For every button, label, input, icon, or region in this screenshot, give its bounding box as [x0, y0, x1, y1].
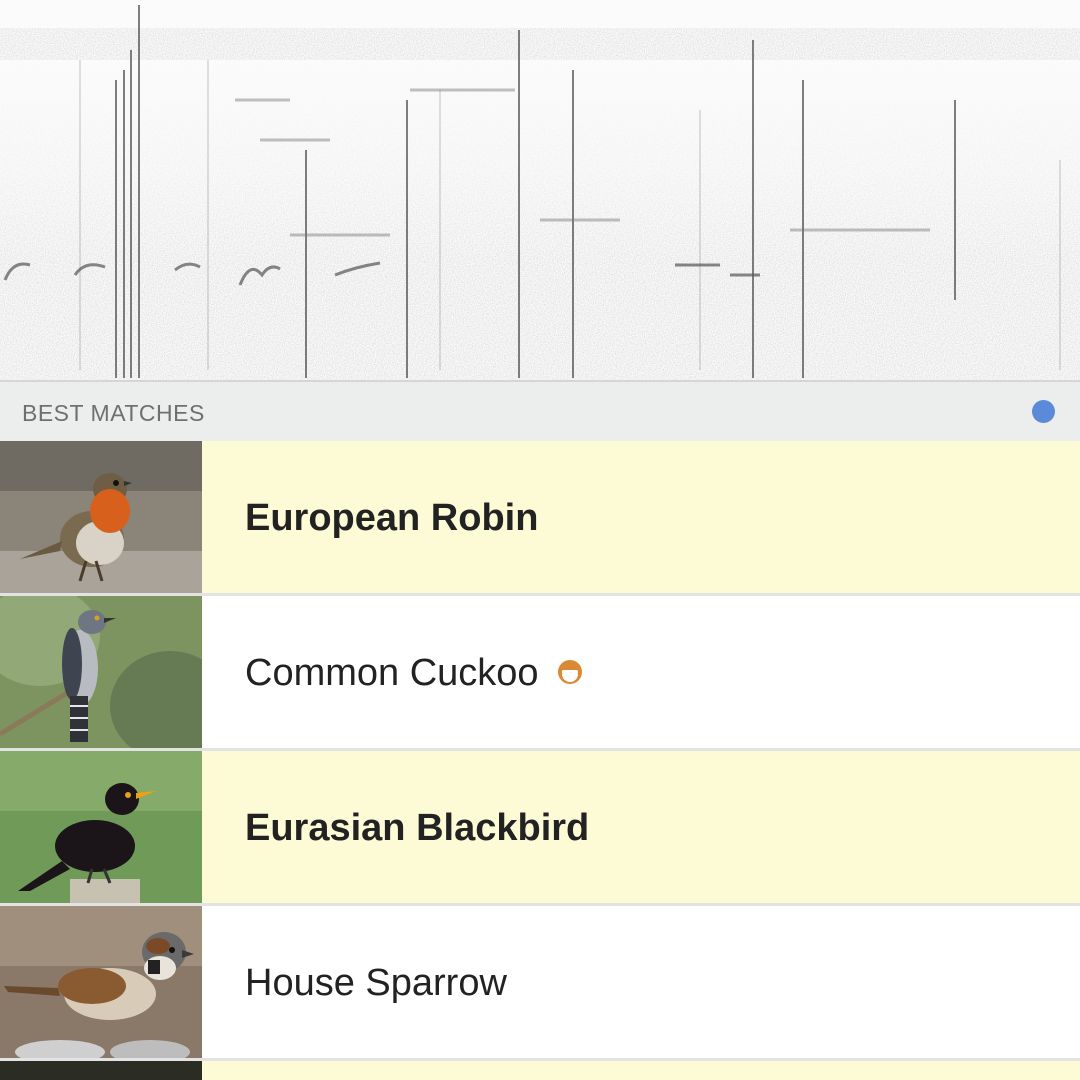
- status-dot-icon: [1032, 400, 1055, 423]
- half-circle-badge-icon: [557, 659, 582, 684]
- partial-bird-photo: [0, 1061, 202, 1080]
- best-matches-header: BEST MATCHES: [0, 382, 1080, 441]
- result-row-european-robin[interactable]: European Robin: [0, 441, 1080, 596]
- results-list: European Robin Common Cuckoo Eurasian Bl…: [0, 441, 1080, 1061]
- species-name: House Sparrow: [245, 962, 507, 1004]
- species-name: Common Cuckoo: [245, 652, 583, 695]
- common-cuckoo-photo: [0, 596, 202, 748]
- spectrogram[interactable]: [0, 0, 1080, 382]
- section-title: BEST MATCHES: [22, 400, 205, 426]
- species-name-text: Common Cuckoo: [245, 652, 539, 694]
- result-row-house-sparrow[interactable]: House Sparrow: [0, 906, 1080, 1061]
- house-sparrow-photo: [0, 906, 202, 1058]
- result-row-partial[interactable]: [0, 1061, 1080, 1080]
- species-name: Eurasian Blackbird: [245, 807, 590, 849]
- species-name: European Robin: [245, 497, 539, 539]
- eurasian-blackbird-photo: [0, 751, 202, 903]
- result-row-common-cuckoo[interactable]: Common Cuckoo: [0, 596, 1080, 751]
- european-robin-photo: [0, 441, 202, 593]
- result-row-eurasian-blackbird[interactable]: Eurasian Blackbird: [0, 751, 1080, 906]
- spectrogram-graphic: [0, 0, 1080, 380]
